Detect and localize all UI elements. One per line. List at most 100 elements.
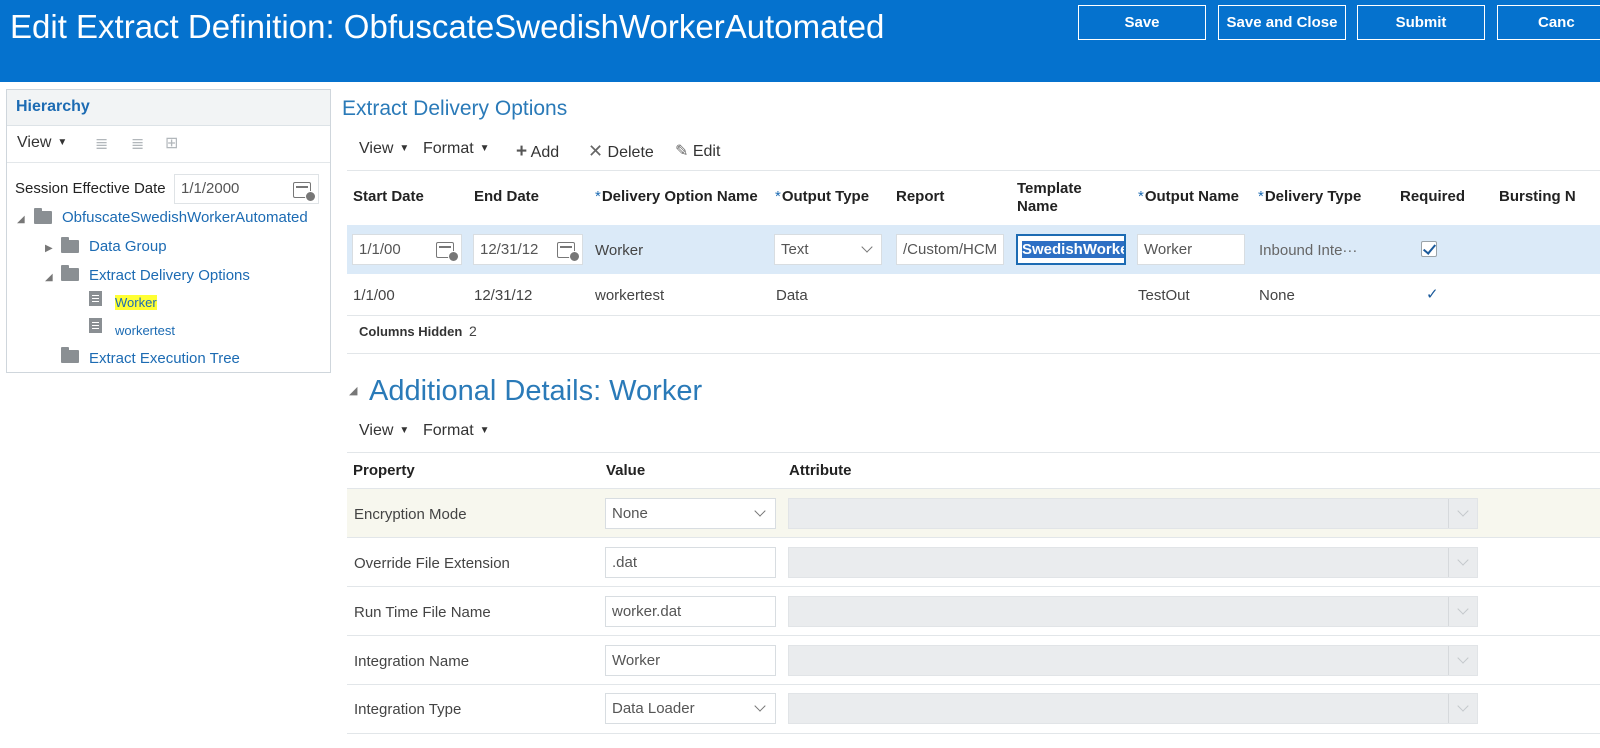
- delivery-format-menu[interactable]: Format ▼: [423, 140, 490, 158]
- col-delivery-option-name[interactable]: *Delivery Option Name: [595, 188, 758, 205]
- folder-icon: [34, 208, 52, 224]
- add-button[interactable]: + Add: [516, 141, 559, 163]
- col-bursting[interactable]: Bursting N: [1499, 188, 1576, 205]
- attribute-field: [788, 596, 1478, 627]
- tree-item-data-group[interactable]: Data Group: [89, 238, 167, 255]
- columns-hidden-label: Columns Hidden: [359, 324, 463, 339]
- collapse-all-icon[interactable]: ≣: [95, 134, 108, 154]
- delete-button[interactable]: ✕ Delete: [588, 141, 654, 162]
- tree-item-extract-execution-tree[interactable]: Extract Execution Tree: [89, 350, 240, 367]
- hierarchy-title: Hierarchy: [7, 90, 330, 126]
- property-override-file-extension: Override File Extension: [354, 555, 510, 572]
- hierarchy-view-menu[interactable]: View ▼: [17, 134, 67, 152]
- collapse-toggle-icon[interactable]: ◢: [45, 272, 53, 283]
- delivery-option-name-cell: Worker: [595, 242, 644, 259]
- page-header: Edit Extract Definition: ObfuscateSwedis…: [0, 0, 1600, 82]
- col-required[interactable]: Required: [1400, 188, 1465, 205]
- col-property[interactable]: Property: [353, 462, 415, 479]
- col-output-name[interactable]: *Output Name: [1138, 188, 1239, 205]
- calendar-icon[interactable]: [557, 242, 580, 262]
- divider: [1448, 694, 1449, 723]
- attribute-field: [788, 547, 1478, 578]
- additional-details-title: Additional Details: Worker: [369, 375, 703, 407]
- plus-icon: +: [516, 141, 528, 162]
- document-icon: [89, 291, 102, 306]
- page-title: Edit Extract Definition: ObfuscateSwedis…: [10, 8, 885, 45]
- required-checkbox[interactable]: [1421, 241, 1437, 257]
- divider: [1448, 646, 1449, 675]
- tree-item-root[interactable]: ObfuscateSwedishWorkerAutomated: [62, 209, 308, 226]
- end-date-cell: 12/31/12: [474, 287, 533, 304]
- session-effective-date-label: Session Effective Date: [15, 180, 166, 197]
- folder-icon: [61, 237, 79, 253]
- integration-type-select[interactable]: Data Loader: [605, 693, 776, 724]
- delivery-view-menu[interactable]: View ▼: [359, 140, 409, 158]
- divider: [1448, 499, 1449, 528]
- col-attribute[interactable]: Attribute: [789, 462, 852, 479]
- override-file-extension-input[interactable]: .dat: [605, 547, 776, 578]
- delivery-option-name-cell: workertest: [595, 287, 665, 304]
- divider: [347, 684, 1600, 685]
- calendar-icon[interactable]: [436, 242, 459, 262]
- divider: [347, 635, 1600, 636]
- hierarchy-toolbar: View ▼ ≣ ≣ ⊞: [7, 126, 330, 163]
- collapse-toggle-icon[interactable]: ◢: [17, 214, 25, 225]
- col-value[interactable]: Value: [606, 462, 645, 479]
- property-integration-type: Integration Type: [354, 701, 462, 718]
- run-time-file-name-input[interactable]: worker.dat: [605, 596, 776, 627]
- col-delivery-type[interactable]: *Delivery Type: [1258, 188, 1361, 205]
- attribute-field: [788, 645, 1478, 676]
- report-input[interactable]: /Custom/HCM: [896, 234, 1004, 265]
- columns-hidden-value[interactable]: 2: [469, 323, 477, 339]
- check-icon: ✓: [1426, 286, 1439, 303]
- property-run-time-file-name: Run Time File Name: [354, 604, 491, 621]
- divider: [347, 170, 1600, 171]
- expand-all-icon[interactable]: ≣: [131, 134, 144, 154]
- output-name-input[interactable]: Worker: [1137, 234, 1245, 265]
- edit-button[interactable]: ✎ Edit: [675, 141, 720, 161]
- col-report[interactable]: Report: [896, 188, 944, 205]
- document-icon: [89, 318, 102, 333]
- save-button[interactable]: Save: [1078, 5, 1206, 40]
- col-end-date[interactable]: End Date: [474, 188, 539, 205]
- col-template-name[interactable]: Template Name: [1017, 180, 1082, 216]
- divider: [1448, 548, 1449, 577]
- tree-item-workertest[interactable]: workertest: [115, 323, 175, 338]
- calendar-icon[interactable]: [293, 182, 316, 202]
- encryption-mode-select[interactable]: None: [605, 498, 776, 529]
- collapse-section-icon[interactable]: ◢: [349, 384, 357, 397]
- cancel-button[interactable]: Canc: [1497, 5, 1600, 40]
- folder-icon: [61, 265, 79, 281]
- delivery-type-cell: None: [1259, 287, 1295, 304]
- divider: [347, 452, 1600, 453]
- col-start-date[interactable]: Start Date: [353, 188, 424, 205]
- template-name-input[interactable]: SwedishWorker: [1016, 234, 1126, 265]
- start-date-cell: 1/1/00: [353, 287, 395, 304]
- hierarchy-layout-icon[interactable]: ⊞: [165, 133, 178, 153]
- divider: [347, 733, 1600, 734]
- expand-toggle-icon[interactable]: ▶: [45, 243, 53, 254]
- details-format-menu[interactable]: Format ▼: [423, 422, 490, 440]
- close-icon: ✕: [588, 141, 604, 161]
- submit-button[interactable]: Submit: [1357, 5, 1485, 40]
- attribute-field: [788, 498, 1478, 529]
- output-name-cell: TestOut: [1138, 287, 1190, 304]
- divider: [347, 353, 1600, 354]
- divider: [347, 315, 1600, 316]
- pencil-icon: ✎: [675, 143, 689, 160]
- details-view-menu[interactable]: View ▼: [359, 422, 409, 440]
- delivery-options-title: Extract Delivery Options: [342, 97, 568, 120]
- hierarchy-panel: Hierarchy View ▼ ≣ ≣ ⊞ Session Effective …: [6, 89, 331, 373]
- tree-item-extract-delivery-options[interactable]: Extract Delivery Options: [89, 267, 250, 284]
- delivery-type-cell[interactable]: Inbound Inte···: [1259, 242, 1357, 259]
- output-type-cell: Data: [776, 287, 808, 304]
- tree-item-worker[interactable]: Worker: [115, 295, 157, 310]
- divider: [347, 537, 1600, 538]
- attribute-field: [788, 693, 1478, 724]
- property-encryption-mode: Encryption Mode: [354, 506, 467, 523]
- integration-name-input[interactable]: Worker: [605, 645, 776, 676]
- divider: [347, 586, 1600, 587]
- save-and-close-button[interactable]: Save and Close: [1218, 5, 1346, 40]
- col-output-type[interactable]: *Output Type: [775, 188, 869, 205]
- folder-icon: [61, 347, 79, 363]
